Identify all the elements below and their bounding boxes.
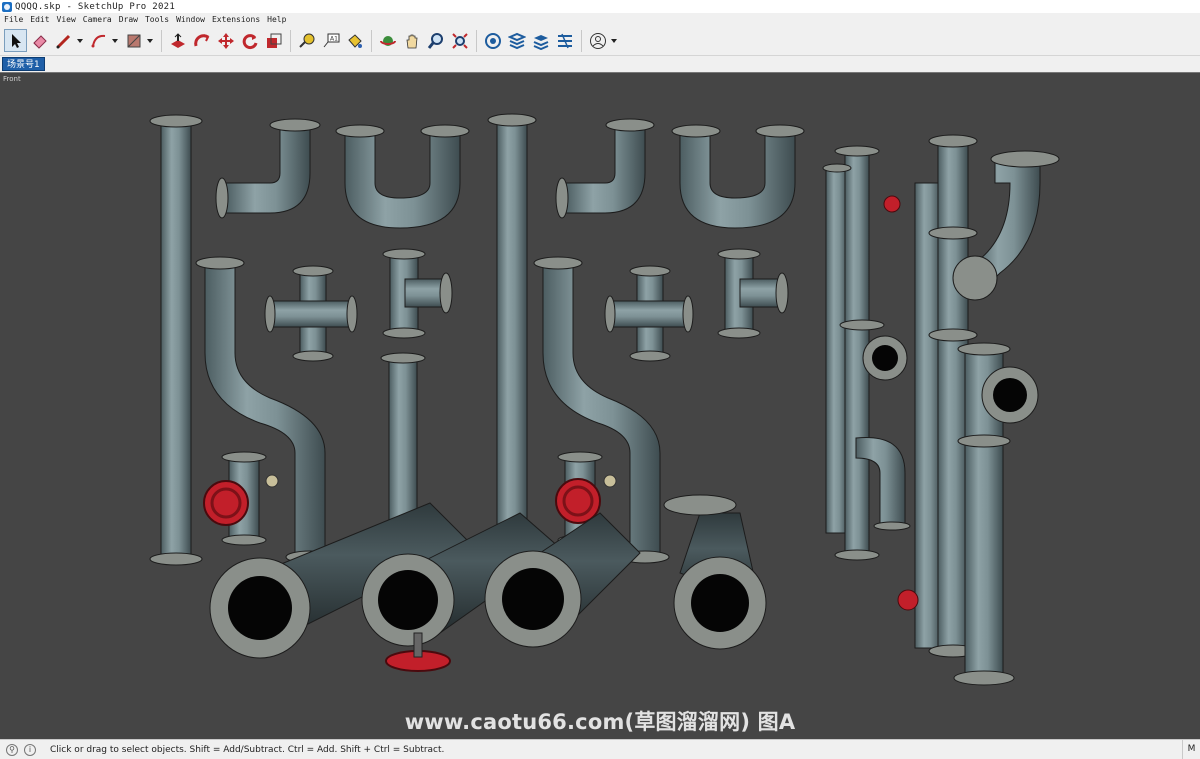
scene-tabs-bar: 场景号1 — [0, 56, 1200, 72]
toolbar-separator — [290, 29, 291, 52]
measurements-box[interactable]: M — [1182, 740, 1200, 759]
cross-fitting-2 — [604, 265, 694, 362]
tape-measure-icon — [298, 33, 314, 48]
u-bend-pipe-2 — [671, 124, 805, 229]
toolbar-separator — [161, 29, 162, 52]
account-dropdown[interactable] — [610, 29, 618, 52]
gate-valve-1 — [203, 451, 279, 546]
menu-view[interactable]: View — [57, 15, 76, 24]
text-tool-button[interactable]: A1 — [319, 29, 342, 52]
straight-pipe-2 — [487, 113, 537, 564]
scale-tool-button[interactable] — [262, 29, 285, 52]
extension-manager-button[interactable] — [553, 29, 576, 52]
title-bar: QQQQ.skp - SketchUp Pro 2021 — [0, 0, 1200, 13]
account-button[interactable] — [586, 29, 609, 52]
rectangle-icon — [127, 34, 140, 47]
sketchup-window: QQQQ.skp - SketchUp Pro 2021 File Edit V… — [0, 0, 1200, 759]
menu-tools[interactable]: Tools — [145, 15, 169, 24]
toolbar-separator — [476, 29, 477, 52]
eraser-tool-button[interactable] — [28, 29, 51, 52]
extension-manager-icon — [557, 33, 572, 48]
toolbar-separator — [581, 29, 582, 52]
paint-bucket-tool-button[interactable] — [343, 29, 366, 52]
zoom-tool-button[interactable] — [424, 29, 447, 52]
paint-bucket-icon — [347, 33, 362, 48]
zoom-extents-tool-button[interactable] — [448, 29, 471, 52]
zoom-extents-icon — [451, 32, 468, 49]
sketchup-logo-icon — [2, 1, 12, 12]
warehouse-icon — [484, 32, 501, 49]
line-tool-dropdown[interactable] — [76, 29, 84, 52]
elbow-pipe-2 — [555, 118, 655, 219]
pipe-model-render — [149, 113, 1060, 686]
main-toolbar: A1 — [0, 26, 1200, 56]
eraser-icon — [32, 34, 47, 49]
vertical-pipe-assembly — [822, 145, 911, 561]
rectangle-tool-dropdown[interactable] — [146, 29, 154, 52]
elbow-pipe-1 — [215, 118, 321, 219]
large-pipe-4 — [663, 494, 767, 650]
rectangle-tool-button[interactable] — [122, 29, 145, 52]
status-bar: ⚲ i Click or drag to select objects. Shi… — [0, 739, 1200, 759]
line-tool-button[interactable] — [52, 29, 75, 52]
menu-edit[interactable]: Edit — [30, 15, 49, 24]
status-hint: Click or drag to select objects. Shift =… — [50, 744, 445, 755]
offset-icon — [193, 33, 209, 46]
pan-icon — [406, 34, 417, 48]
rotate-icon — [242, 33, 257, 49]
move-icon — [217, 32, 234, 49]
svg-text:A1: A1 — [330, 35, 338, 42]
rotate-tool-button[interactable] — [238, 29, 261, 52]
arc-tool-button[interactable] — [87, 29, 110, 52]
window-title: QQQQ.skp - SketchUp Pro 2021 — [15, 1, 176, 12]
u-bend-pipe-1 — [335, 124, 470, 229]
toolbar-separator — [371, 29, 372, 52]
select-icon — [11, 33, 21, 48]
offset-tool-button[interactable] — [190, 29, 213, 52]
extension-warehouse-button[interactable] — [505, 29, 528, 52]
scene-tab-1[interactable]: 场景号1 — [2, 57, 45, 71]
text-icon: A1 — [323, 33, 339, 47]
push-pull-icon — [170, 32, 185, 48]
tape-measure-tool-button[interactable] — [295, 29, 318, 52]
push-pull-tool-button[interactable] — [166, 29, 189, 52]
menu-draw[interactable]: Draw — [119, 15, 138, 24]
arc-icon — [91, 34, 105, 47]
extension-warehouse-icon — [507, 32, 526, 49]
menu-help[interactable]: Help — [267, 15, 286, 24]
account-icon — [589, 32, 606, 49]
pan-tool-button[interactable] — [400, 29, 423, 52]
model-viewport[interactable]: Front www.caotu66.com(草图溜溜网) 图A — [0, 72, 1200, 739]
straight-pipe-1 — [149, 114, 203, 566]
info-icon[interactable]: i — [24, 743, 36, 756]
geo-location-icon[interactable]: ⚲ — [6, 743, 18, 756]
scale-icon — [266, 33, 281, 48]
line-icon — [56, 34, 70, 48]
warehouse-button[interactable] — [481, 29, 504, 52]
orbit-tool-button[interactable] — [376, 29, 399, 52]
orbit-icon — [379, 35, 396, 46]
menu-window[interactable]: Window — [176, 15, 205, 24]
menu-extensions[interactable]: Extensions — [212, 15, 260, 24]
tee-fitting-2 — [717, 248, 789, 339]
cross-fitting-1 — [264, 265, 358, 362]
watermark-text: www.caotu66.com(草图溜溜网) 图A — [404, 710, 796, 734]
tee-fitting-1 — [382, 248, 453, 339]
arc-tool-dropdown[interactable] — [111, 29, 119, 52]
zoom-icon — [427, 32, 443, 49]
menu-file[interactable]: File — [4, 15, 23, 24]
menu-bar: File Edit View Camera Draw Tools Window … — [0, 13, 1200, 26]
move-tool-button[interactable] — [214, 29, 237, 52]
layout-button[interactable] — [529, 29, 552, 52]
menu-camera[interactable]: Camera — [83, 15, 112, 24]
select-tool-button[interactable] — [4, 29, 27, 52]
layout-icon — [533, 34, 548, 50]
